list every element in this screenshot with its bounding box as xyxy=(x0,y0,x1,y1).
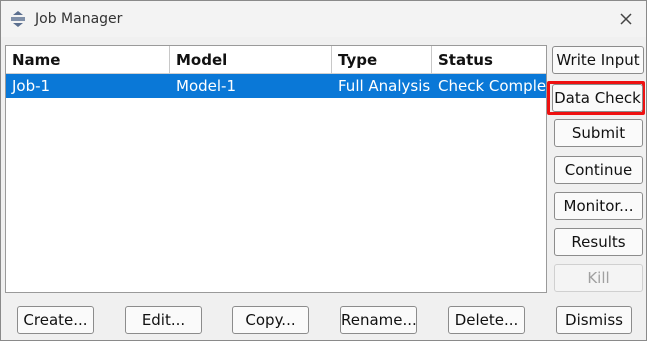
continue-button[interactable]: Continue xyxy=(554,156,643,184)
column-header-status[interactable]: Status xyxy=(432,46,546,74)
results-button[interactable]: Results xyxy=(554,228,643,256)
kill-button: Kill xyxy=(554,264,643,292)
app-icon xyxy=(9,10,27,28)
table-header: Name Model Type Status xyxy=(6,46,546,74)
column-header-name[interactable]: Name xyxy=(6,46,170,74)
submit-button[interactable]: Submit xyxy=(554,119,643,147)
column-header-type[interactable]: Type xyxy=(332,46,432,74)
column-header-model[interactable]: Model xyxy=(170,46,332,74)
monitor-button[interactable]: Monitor... xyxy=(554,192,643,220)
create-button[interactable]: Create... xyxy=(17,306,94,334)
copy-button[interactable]: Copy... xyxy=(232,306,309,334)
cell-status: Check Complet xyxy=(438,77,546,95)
window-title: Job Manager xyxy=(35,11,123,27)
table-row[interactable]: Job-1 Model-1 Full Analysis Check Comple… xyxy=(6,74,546,98)
close-icon[interactable] xyxy=(616,9,636,29)
data-check-button[interactable]: Data Check xyxy=(552,84,643,112)
write-input-button[interactable]: Write Input xyxy=(552,46,644,74)
jobs-table[interactable]: Name Model Type Status Job-1 Model-1 Ful… xyxy=(5,45,547,293)
title-bar: Job Manager xyxy=(1,1,646,37)
edit-button[interactable]: Edit... xyxy=(125,306,202,334)
dismiss-button[interactable]: Dismiss xyxy=(556,306,632,334)
cell-type: Full Analysis xyxy=(338,77,431,95)
cell-model: Model-1 xyxy=(176,77,236,95)
delete-button[interactable]: Delete... xyxy=(448,306,525,334)
cell-name: Job-1 xyxy=(12,77,51,95)
rename-button[interactable]: Rename... xyxy=(340,306,417,334)
job-manager-window: Job Manager Name Model Type Status Job-1… xyxy=(0,0,647,341)
